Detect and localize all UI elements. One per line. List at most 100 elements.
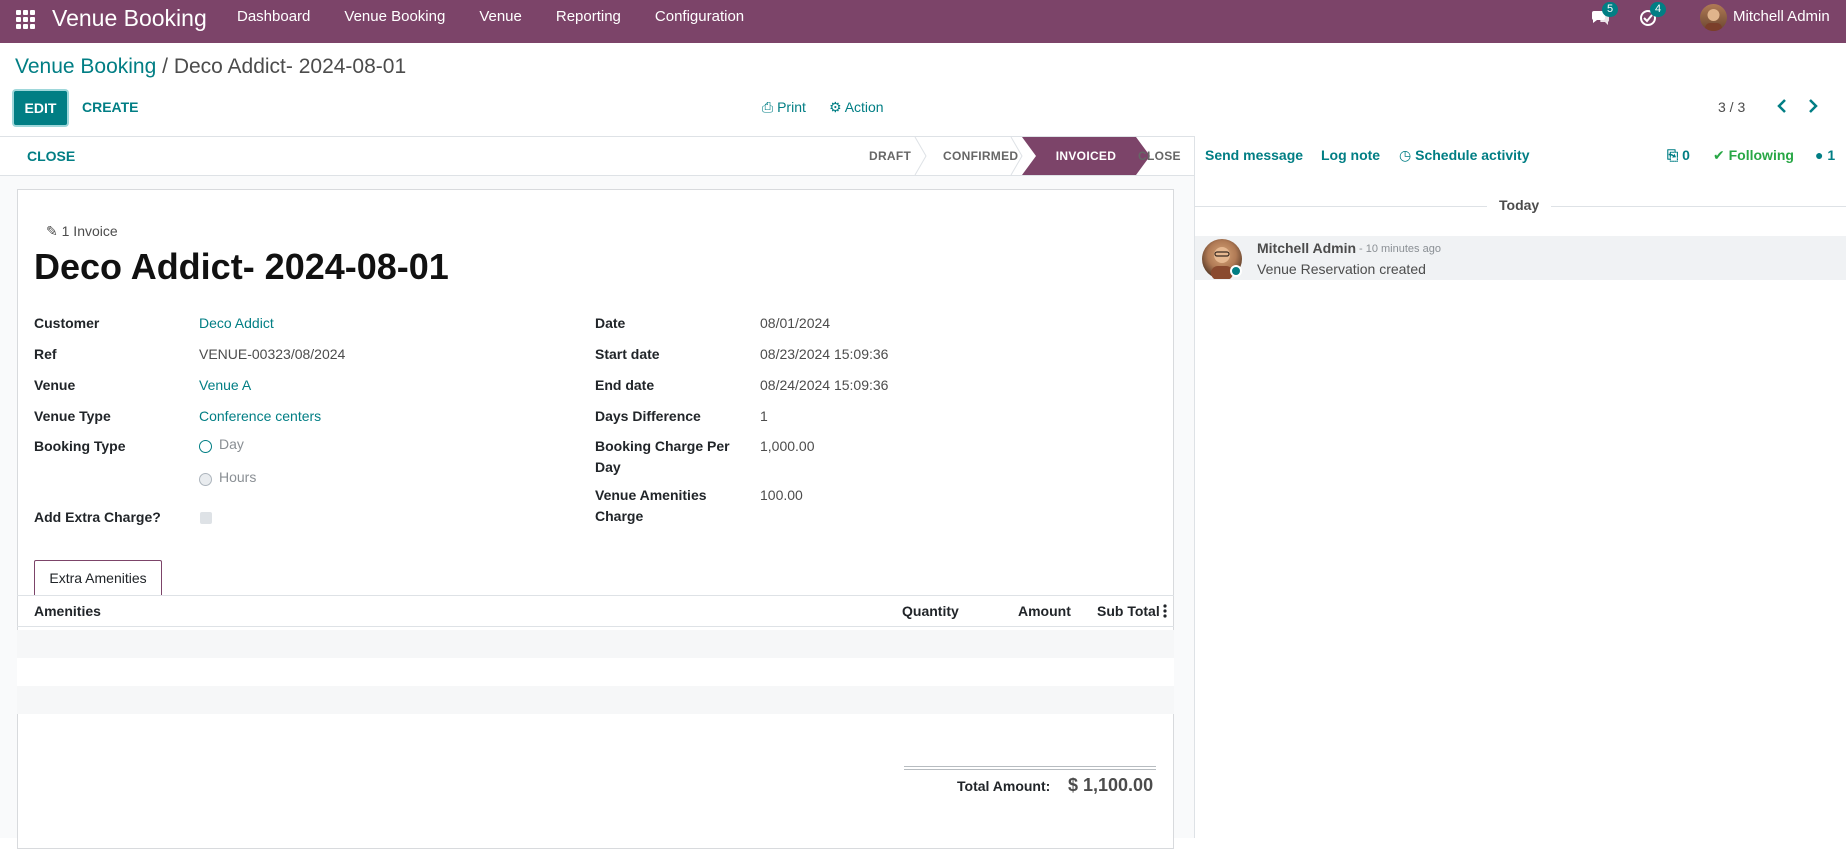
ref-value: VENUE-00323/08/2024 xyxy=(199,346,346,362)
stage-confirmed[interactable]: CONFIRMED xyxy=(943,137,1018,175)
create-button[interactable]: CREATE xyxy=(82,99,139,115)
activities-icon[interactable]: 4 xyxy=(1638,2,1667,30)
booking-type-day-label[interactable]: Day xyxy=(219,436,244,452)
followers-count: 1 xyxy=(1827,147,1836,163)
booking-type-hours-radio[interactable] xyxy=(199,473,212,486)
table-row[interactable] xyxy=(17,630,1174,658)
chatter-panel: Send message Log note ◷ Schedule activit… xyxy=(1194,136,1846,838)
user-name[interactable]: Mitchell Admin xyxy=(1733,8,1830,25)
apps-menu-icon[interactable] xyxy=(14,8,36,30)
invoice-smart-button[interactable]: ✎ 1 Invoice xyxy=(46,223,118,240)
breadcrumb-separator: / xyxy=(156,55,174,78)
close-button[interactable]: CLOSE xyxy=(27,148,75,164)
table-row[interactable] xyxy=(17,686,1174,714)
column-amenities[interactable]: Amenities xyxy=(34,603,101,619)
extra-charge-label: Add Extra Charge? xyxy=(34,509,161,525)
customer-value[interactable]: Deco Addict xyxy=(199,313,274,334)
print-icon: ⎙ xyxy=(762,99,774,115)
end-date-label: End date xyxy=(595,377,655,393)
customer-label: Customer xyxy=(34,315,100,331)
paperclip-icon: ⎘ xyxy=(1667,147,1679,163)
pager-value[interactable]: 3 / 3 xyxy=(1718,99,1745,115)
edit-icon: ✎ xyxy=(46,223,58,239)
schedule-activity-label: Schedule activity xyxy=(1415,147,1530,163)
record-title: Deco Addict- 2024-08-01 xyxy=(34,246,449,287)
clock-icon: ◷ xyxy=(1399,147,1412,163)
table-row[interactable] xyxy=(17,658,1174,686)
date-value: 08/01/2024 xyxy=(760,315,831,331)
user-icon: ● xyxy=(1815,147,1824,163)
action-label: Action xyxy=(844,99,884,115)
date-label: Date xyxy=(595,315,626,331)
chatter-message: Mitchell Admin - 10 minutes ago Venue Re… xyxy=(1195,236,1846,280)
column-amount[interactable]: Amount xyxy=(1018,603,1071,619)
attachments-button[interactable]: ⎘ 0 xyxy=(1667,147,1690,164)
start-date-value: 08/23/2024 15:09:36 xyxy=(760,346,889,362)
column-subtotal[interactable]: Sub Total xyxy=(1097,603,1160,619)
edit-button[interactable]: EDIT xyxy=(14,91,67,125)
days-difference-label: Days Difference xyxy=(595,408,701,424)
following-label: Following xyxy=(1728,147,1794,163)
amenities-charge-value: 100.00 xyxy=(760,487,803,503)
messages-icon[interactable]: 5 xyxy=(1590,2,1619,30)
statusbar: CLOSE DRAFT CONFIRMED INVOICED CLOSE xyxy=(0,136,1194,176)
total-amount-label: Total Amount: xyxy=(957,778,1051,794)
booking-charge-label-line2: Day xyxy=(595,459,621,475)
action-button[interactable]: ⚙ Action xyxy=(829,99,884,116)
booking-type-day-radio[interactable] xyxy=(199,440,212,453)
booking-charge-value: 1,000.00 xyxy=(760,438,815,454)
start-date-label: Start date xyxy=(595,346,660,362)
message-author[interactable]: Mitchell Admin xyxy=(1257,240,1356,256)
invoice-smart-button-label: 1 Invoice xyxy=(61,223,118,239)
log-note-button[interactable]: Log note xyxy=(1321,147,1380,163)
print-label: Print xyxy=(777,99,806,115)
online-status-icon xyxy=(1230,265,1242,277)
breadcrumb-current: Deco Addict- 2024-08-01 xyxy=(173,55,407,78)
venue-type-label: Venue Type xyxy=(34,408,111,424)
gear-icon: ⚙ xyxy=(829,99,842,115)
print-button[interactable]: ⎙ Print xyxy=(762,99,806,116)
followers-button[interactable]: ● 1 xyxy=(1815,147,1835,163)
tab-divider xyxy=(17,595,1174,596)
breadcrumb: Venue Booking / Deco Addict- 2024-08-01 xyxy=(15,55,406,79)
following-button[interactable]: ✔ Following xyxy=(1713,147,1794,164)
venue-label: Venue xyxy=(34,377,76,393)
tab-extra-amenities[interactable]: Extra Amenities xyxy=(34,560,162,596)
send-message-button[interactable]: Send message xyxy=(1205,147,1303,163)
days-difference-value: 1 xyxy=(760,408,768,424)
total-amount-value: $ 1,100.00 xyxy=(1068,775,1154,795)
column-quantity[interactable]: Quantity xyxy=(902,603,959,619)
menu-item-configuration[interactable]: Configuration xyxy=(638,0,761,36)
attachments-count: 0 xyxy=(1682,147,1690,163)
menu-item-dashboard[interactable]: Dashboard xyxy=(220,0,327,36)
table-header-divider xyxy=(17,626,1174,627)
pager-previous-icon[interactable] xyxy=(1774,96,1790,116)
user-avatar[interactable] xyxy=(1700,4,1727,31)
schedule-activity-button[interactable]: ◷ Schedule activity xyxy=(1399,147,1530,164)
stage-close[interactable]: CLOSE xyxy=(1138,137,1181,175)
top-navbar: Venue Booking Dashboard Venue Booking Ve… xyxy=(0,0,1846,43)
total-separator xyxy=(904,766,1156,770)
amenities-charge-label-line1: Venue Amenities xyxy=(595,487,707,503)
optional-columns-icon[interactable] xyxy=(1163,604,1167,618)
extra-charge-checkbox[interactable] xyxy=(200,512,212,524)
check-icon: ✔ xyxy=(1713,147,1725,163)
message-date: - 10 minutes ago xyxy=(1359,243,1441,255)
booking-type-hours-label[interactable]: Hours xyxy=(219,469,256,485)
menu-item-reporting[interactable]: Reporting xyxy=(539,0,638,36)
app-brand[interactable]: Venue Booking xyxy=(52,5,207,32)
booking-type-label: Booking Type xyxy=(34,438,126,454)
venue-type-value[interactable]: Conference centers xyxy=(199,406,321,427)
stage-draft[interactable]: DRAFT xyxy=(869,137,911,175)
venue-value[interactable]: Venue A xyxy=(199,375,251,396)
stage-invoiced: INVOICED xyxy=(1055,149,1117,163)
ref-label: Ref xyxy=(34,346,57,362)
main-menu: Dashboard Venue Booking Venue Reporting … xyxy=(220,0,761,36)
messages-badge: 5 xyxy=(1602,2,1619,17)
menu-item-venue[interactable]: Venue xyxy=(462,0,539,36)
activities-badge: 4 xyxy=(1650,2,1667,17)
breadcrumb-parent[interactable]: Venue Booking xyxy=(15,55,156,78)
amenities-charge-label-line2: Charge xyxy=(595,508,644,524)
menu-item-venue-booking[interactable]: Venue Booking xyxy=(327,0,462,36)
pager-next-icon[interactable] xyxy=(1805,96,1821,116)
